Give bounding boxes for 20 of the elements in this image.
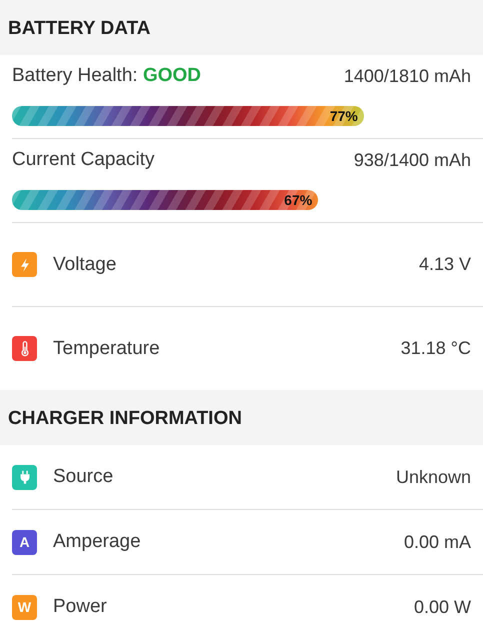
row-label: Source [53, 466, 114, 488]
row-label: Amperage [53, 531, 141, 553]
row-value: 4.13 V [418, 254, 471, 275]
meter-reading: 77% [330, 108, 359, 124]
meter-reading: 67% [284, 192, 314, 208]
section-header: CHARGER INFORMATION [0, 390, 483, 445]
row-value: 1400/1810 mAh [344, 66, 471, 86]
row-label: Current Capacity [12, 149, 155, 171]
letter-icon: W [12, 594, 37, 620]
row-label: Battery Health: GOOD [12, 65, 202, 87]
row-label: Power [53, 596, 107, 618]
letter-icon: A [12, 530, 37, 554]
row-value: 0.00 mA [404, 532, 471, 552]
row-value: 31.18 °C [400, 338, 471, 359]
row-value: 938/1400 mAh [354, 150, 471, 170]
row-value: 0.00 W [414, 596, 471, 618]
row-label: Temperature [53, 338, 160, 360]
row-value: Unknown [396, 466, 471, 488]
section-header: BATTERY DATA [0, 0, 483, 55]
row-label: Voltage [53, 254, 116, 276]
